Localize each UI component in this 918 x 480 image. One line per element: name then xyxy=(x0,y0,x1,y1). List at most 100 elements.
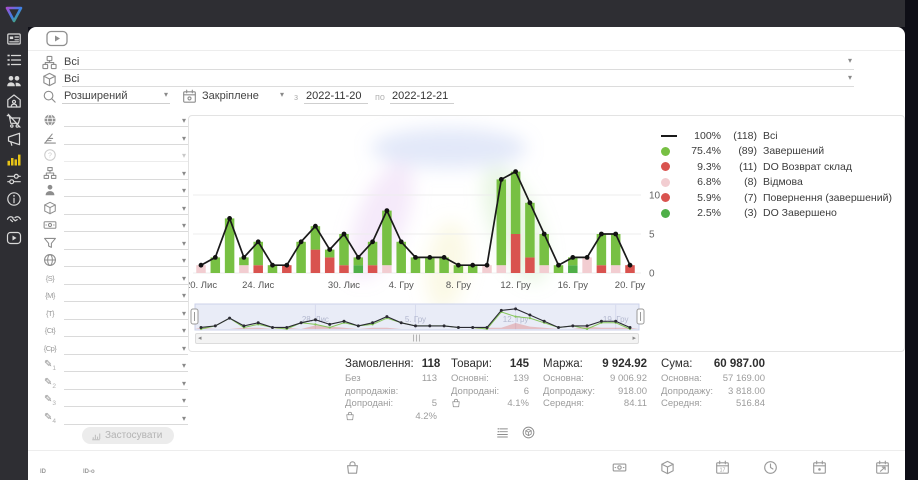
tab-time[interactable] xyxy=(763,460,778,480)
legend-percent: 2.5% xyxy=(681,207,721,219)
legend-item-3[interactable]: 6.8%(8)Відмова xyxy=(661,175,899,191)
line-point xyxy=(442,255,447,260)
chevron-down-icon: ▾ xyxy=(182,415,186,423)
line-point xyxy=(242,255,247,260)
sidebar-item-video[interactable] xyxy=(6,230,23,247)
sidebar-item-settings[interactable] xyxy=(6,171,23,188)
search-icon xyxy=(42,89,57,104)
legend-count: (7) xyxy=(721,192,757,204)
chevron-down-icon: ▾ xyxy=(182,397,186,405)
tab-calendar[interactable] xyxy=(812,460,827,480)
sidebar-item-info[interactable] xyxy=(6,191,23,208)
stat-row-label: Допродані: xyxy=(345,398,393,411)
tab-payments[interactable] xyxy=(612,460,627,480)
stat-row-value: 84.11 xyxy=(624,398,647,411)
search-mode-select[interactable]: Розширений ▾ xyxy=(62,89,170,104)
sidebar-item-orders[interactable] xyxy=(6,113,23,130)
filter-select-custom-3[interactable]: ▾ xyxy=(64,394,188,407)
sidebar-item-users[interactable] xyxy=(6,73,23,90)
stat-value: 60 987.00 xyxy=(714,358,765,370)
filter-select-geo[interactable]: ▾ xyxy=(64,114,188,127)
tab-id-offers[interactable]: ID-o xyxy=(83,460,96,480)
filter-select-custom-4[interactable]: ▾ xyxy=(64,412,188,425)
legend-item-2[interactable]: 9.3%(11)DO Возврат склад xyxy=(661,159,899,175)
filter-select-utm-campaign[interactable]: ▾ xyxy=(64,342,188,355)
orders-chart[interactable]: 051020. Лис24. Лис30. Лис4. Гру8. Гру12.… xyxy=(189,116,689,302)
legend-item-4[interactable]: 5.9%(7)Повернення (завершений) xyxy=(661,190,899,206)
total-line xyxy=(201,172,630,266)
svg-text:17: 17 xyxy=(720,468,726,474)
source-select[interactable]: Всі ▾ xyxy=(42,55,854,72)
scroll-left-icon[interactable]: ◂ xyxy=(198,335,202,343)
filter-select-custom-1[interactable]: ▾ xyxy=(64,359,188,372)
filter-select-structure[interactable]: ▾ xyxy=(64,167,188,180)
app-logo-icon[interactable] xyxy=(4,4,24,24)
legend-label: DO Возврат склад xyxy=(763,161,852,173)
tab-products[interactable] xyxy=(660,460,675,480)
help-icon: ? xyxy=(42,148,58,163)
filter-select-levels[interactable]: ▾ xyxy=(64,132,188,145)
filter-select-product[interactable]: ▾ xyxy=(64,202,188,215)
chart-range-navigator[interactable]: 28. Лис5. Гру12. Гру19. Гру xyxy=(189,302,649,332)
money-icon xyxy=(612,462,627,479)
filter-select-utm-medium[interactable]: ▾ xyxy=(64,289,188,302)
bar-segment xyxy=(611,234,621,265)
bar-segment xyxy=(497,179,507,265)
date-to-field[interactable]: 2022-12-21 xyxy=(390,89,454,104)
utm-content-icon: {Ct} xyxy=(42,323,58,338)
legend-count: (3) xyxy=(721,207,757,219)
chevron-down-icon: ▾ xyxy=(182,257,186,265)
line-point xyxy=(256,239,261,244)
products-view[interactable] xyxy=(522,426,535,444)
stat-value: 118 xyxy=(422,358,441,370)
date-from-field[interactable]: 2022-11-20 xyxy=(304,89,368,104)
chevron-down-icon: ▾ xyxy=(164,91,168,99)
chevron-down-icon: ▾ xyxy=(182,205,186,213)
x-axis-label: 30. Лис xyxy=(328,280,360,291)
legend-label: Завершений xyxy=(763,145,824,157)
tab-calendar-export[interactable] xyxy=(875,460,890,480)
scroll-grip[interactable]: ||| xyxy=(413,335,421,343)
info-icon xyxy=(6,191,23,207)
sidebar-item-campaigns[interactable] xyxy=(6,131,23,148)
apply-button[interactable]: Застосувати xyxy=(82,427,174,444)
sidebar-item-partners[interactable] xyxy=(6,93,23,110)
legend-count: (118) xyxy=(721,130,757,142)
top-strip xyxy=(0,0,918,27)
calendar-export-icon xyxy=(875,462,890,479)
sidebar-item-dashboard[interactable] xyxy=(6,31,23,48)
tab-basket[interactable] xyxy=(345,460,360,480)
legend-item-5[interactable]: 2.5%(3)DO Завершено xyxy=(661,206,899,222)
site-icon xyxy=(42,55,57,70)
sidebar-item-analytics[interactable] xyxy=(6,151,23,168)
filter-select-web[interactable]: ▾ xyxy=(64,254,188,267)
tab-id-orders[interactable]: ID xyxy=(40,460,53,480)
chart-scrollbar[interactable]: ◂ ||| ▸ xyxy=(195,333,639,344)
filter-select-manager[interactable]: ▾ xyxy=(64,184,188,197)
stat-column-3: Сума:60 987.00Основна:57 169.00Допродажу… xyxy=(661,358,765,423)
legend-item-1[interactable]: 75.4%(89)Завершений xyxy=(661,144,899,160)
chevron-down-icon: ▾ xyxy=(848,74,852,82)
legend-item-0[interactable]: 100%(118)Всі xyxy=(661,128,899,144)
bar-segment xyxy=(325,257,335,273)
video-tutorial-icon[interactable] xyxy=(46,30,68,47)
tab-calendar-day[interactable]: 17 xyxy=(715,460,730,480)
filter-select-funnel[interactable]: ▾ xyxy=(64,237,188,250)
sidebar-item-partnership[interactable] xyxy=(6,211,23,228)
filter-select-utm-content[interactable]: ▾ xyxy=(64,324,188,337)
filter-select-utm-source[interactable]: ▾ xyxy=(64,272,188,285)
filter-row-manager: ▾ xyxy=(42,183,188,201)
filter-select-utm-term[interactable]: ▾ xyxy=(64,307,188,320)
legend-percent: 5.9% xyxy=(681,192,721,204)
chevron-down-icon: ▾ xyxy=(182,345,186,353)
source-select-value: Всі xyxy=(64,56,79,68)
filter-select-payment[interactable]: ▾ xyxy=(64,219,188,232)
scroll-right-icon[interactable]: ▸ xyxy=(632,335,636,343)
product-select[interactable]: Всі ▾ xyxy=(42,72,854,89)
period-mode-value: Закріплене xyxy=(202,90,259,102)
filter-select-custom-2[interactable]: ▾ xyxy=(64,377,188,390)
sidebar xyxy=(0,0,28,480)
orders-list-view[interactable] xyxy=(496,426,509,444)
sidebar-item-reports[interactable] xyxy=(6,52,23,69)
tune-icon xyxy=(6,171,23,187)
